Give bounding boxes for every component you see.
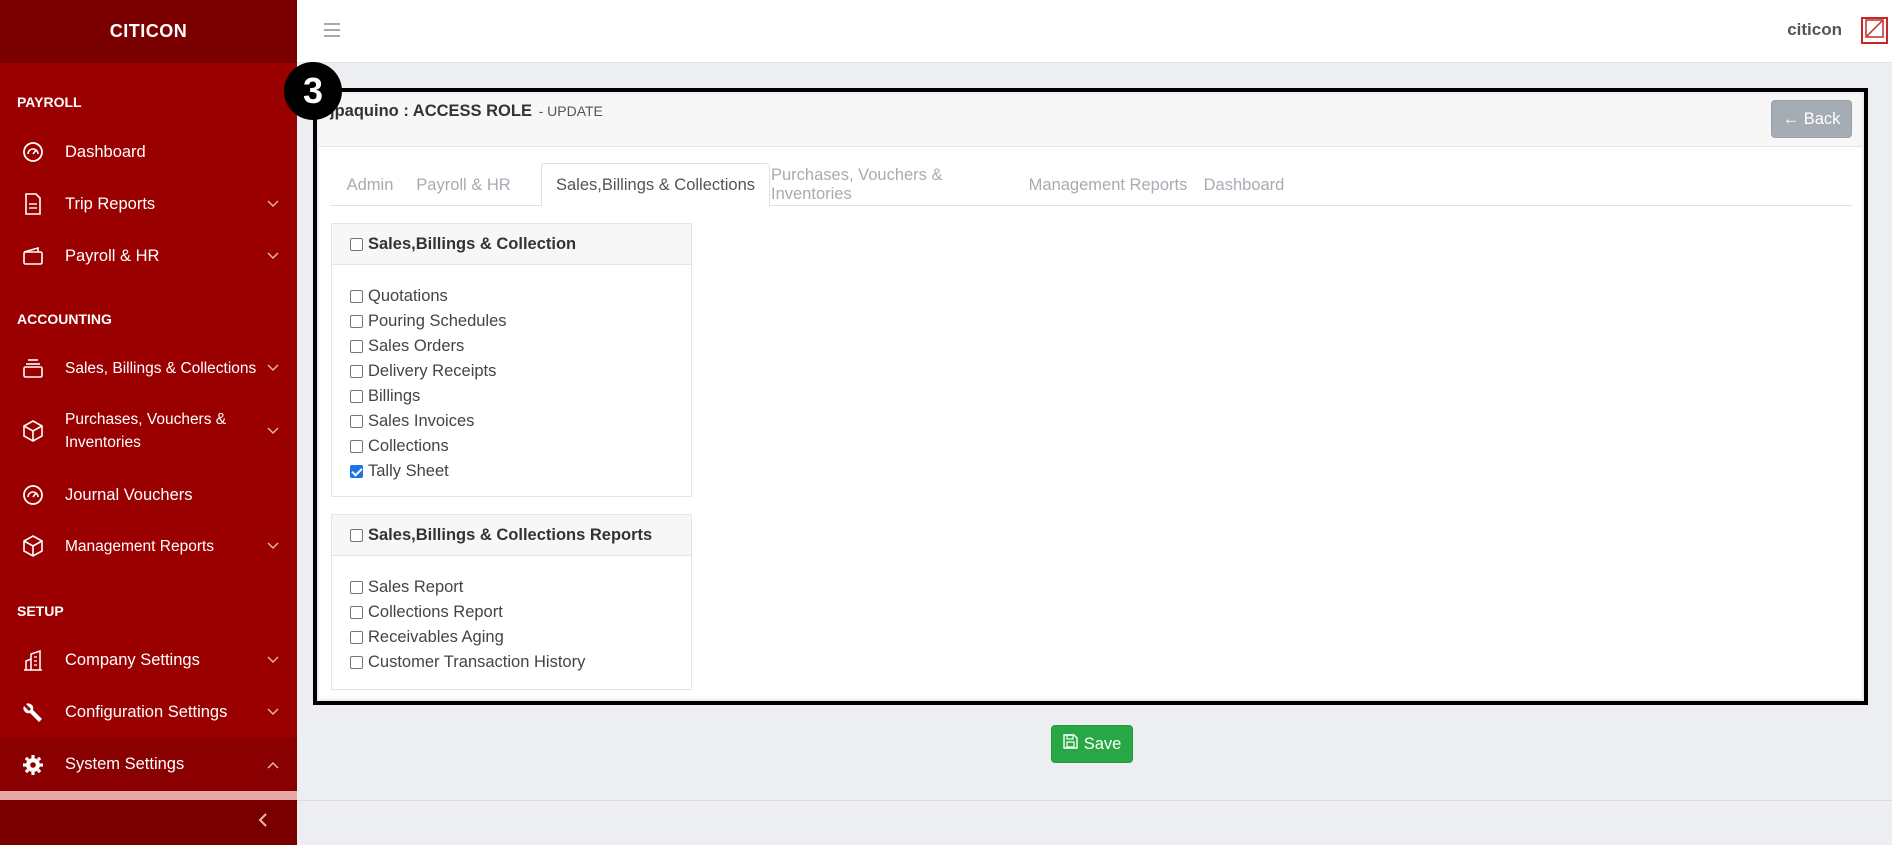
section-setup: SETUP — [17, 603, 64, 619]
chevron-down-icon — [266, 708, 280, 716]
box-icon — [21, 419, 45, 443]
wallet-icon — [21, 244, 45, 268]
section-accounting: ACCOUNTING — [17, 311, 112, 327]
sidebar-item-label: Purchases, Vouchers & Inventories — [65, 411, 227, 451]
sidebar-item-label: Company Settings — [65, 650, 200, 669]
chevron-down-icon — [266, 427, 280, 435]
user-name[interactable]: citicon — [1787, 20, 1842, 40]
gauge-icon — [21, 140, 45, 164]
sidebar-item-label: System Settings — [65, 755, 185, 773]
sidebar-item-label: Management Reports — [65, 537, 215, 555]
sidebar-item-journal-vouchers[interactable]: Journal Vouchers — [0, 483, 297, 507]
layers-icon — [21, 356, 45, 380]
wrench-icon — [21, 700, 45, 724]
sidebar-item-label: Payroll & HR — [65, 246, 160, 265]
chevron-up-icon — [266, 761, 280, 769]
chevron-down-icon — [266, 656, 280, 664]
top-bar: citicon — [297, 0, 1892, 63]
step-badge: 3 — [284, 62, 342, 120]
menu-toggle-icon[interactable] — [324, 20, 344, 40]
avatar[interactable] — [1861, 17, 1888, 44]
image-placeholder-icon — [1865, 18, 1884, 43]
sidebar-item-management-reports[interactable]: Management Reports — [0, 534, 297, 558]
sidebar-item-payroll-hr[interactable]: Payroll & HR — [0, 244, 297, 268]
sidebar-scrollbar[interactable] — [0, 791, 297, 800]
sidebar-item-purchases[interactable]: Purchases, Vouchers & Inventories — [0, 407, 297, 455]
sidebar-item-company-settings[interactable]: Company Settings — [0, 648, 297, 672]
chevron-down-icon — [266, 252, 280, 260]
gear-icon — [21, 753, 45, 777]
floppy-disk-icon — [1062, 734, 1078, 754]
chevron-down-icon — [266, 200, 280, 208]
save-label: Save — [1083, 734, 1122, 753]
sidebar-item-label: Journal Vouchers — [65, 485, 193, 504]
sidebar-item-label: Configuration Settings — [65, 702, 228, 721]
brand-logo: CITICON — [0, 0, 297, 63]
box-icon — [21, 534, 45, 558]
gauge-icon — [21, 483, 45, 507]
highlight-frame — [313, 88, 1868, 705]
sidebar-item-label: Trip Reports — [65, 194, 156, 213]
document-icon — [21, 192, 45, 216]
section-payroll: PAYROLL — [17, 94, 82, 110]
collapse-sidebar-button[interactable] — [251, 810, 275, 834]
building-icon — [21, 648, 45, 672]
sidebar-item-trip-reports[interactable]: Trip Reports — [0, 192, 297, 216]
footer-divider — [297, 800, 1892, 801]
sidebar-item-sales-billings[interactable]: Sales, Billings & Collections — [0, 356, 297, 380]
sidebar-item-label: Sales, Billings & Collections — [65, 359, 257, 377]
sidebar-item-system-settings[interactable]: System Settings — [0, 738, 297, 791]
chevron-down-icon — [266, 542, 280, 550]
sidebar-item-dashboard[interactable]: Dashboard — [0, 140, 297, 164]
chevron-down-icon — [266, 364, 280, 372]
chevron-left-icon — [258, 812, 268, 833]
save-button[interactable]: Save — [1051, 725, 1133, 763]
sidebar-footer — [0, 800, 297, 845]
sidebar: CITICON PAYROLL Dashboard Trip Reports P… — [0, 0, 297, 845]
sidebar-item-label: Dashboard — [65, 142, 146, 161]
sidebar-item-configuration-settings[interactable]: Configuration Settings — [0, 700, 297, 724]
